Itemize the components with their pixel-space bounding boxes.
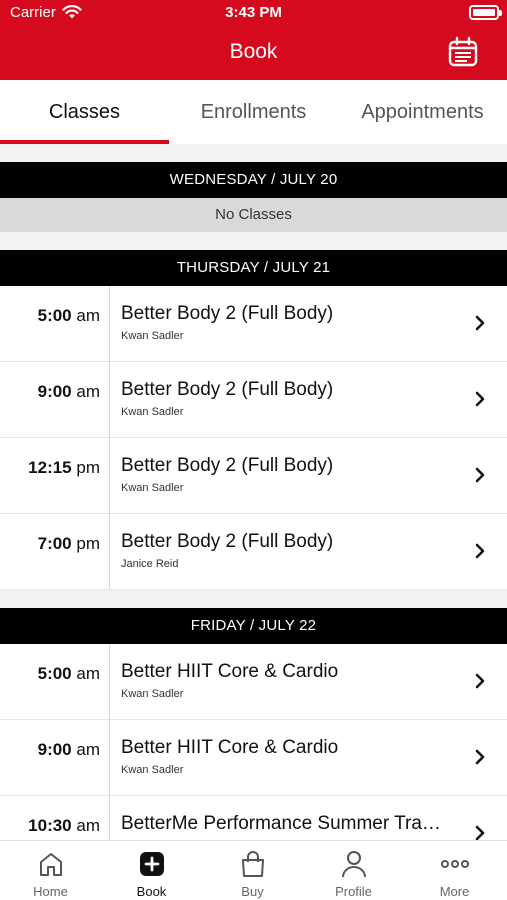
class-time: 9:00 am (0, 382, 100, 402)
status-bar: Carrier 3:43 PM (0, 0, 507, 26)
class-time: 10:30 am (0, 816, 100, 836)
home-icon (40, 853, 62, 876)
class-time-ampm: am (76, 306, 100, 325)
class-time-ampm: am (76, 816, 100, 835)
class-name: Better Body 2 (Full Body) (121, 303, 334, 324)
class-row[interactable]: 9:00 am Better HIIT Core & Cardio Kwan S… (0, 720, 507, 796)
day-section: WEDNESDAY / JULY 20 No Classes (0, 162, 507, 232)
class-row[interactable]: 9:00 am Better Body 2 (Full Body) Kwan S… (0, 362, 507, 438)
shopping-bag-icon (242, 851, 264, 877)
class-name: Better Body 2 (Full Body) (121, 379, 334, 400)
class-time: 9:00 am (0, 740, 100, 760)
class-row[interactable]: 12:15 pm Better Body 2 (Full Body) Kwan … (0, 438, 507, 514)
class-time-ampm: am (76, 382, 100, 401)
app-header: Carrier 3:43 PM Book (0, 0, 507, 80)
tabbar-label: Home (33, 884, 68, 899)
class-row[interactable]: 10:30 am BetterMe Performance Summer Tra… (0, 796, 507, 840)
chevron-right-icon (475, 543, 485, 559)
class-name: Better HIIT Core & Cardio (121, 661, 339, 682)
more-dots-icon (441, 860, 469, 868)
tabbar-label: More (439, 884, 470, 899)
plus-square-icon (140, 852, 164, 876)
class-time-value: 7:00 (37, 534, 72, 553)
class-schedule-list[interactable]: WEDNESDAY / JULY 20 No Classes THURSDAY … (0, 144, 507, 840)
class-time-value: 5:00 (37, 306, 72, 325)
row-divider (109, 362, 110, 438)
tabbar-label: Profile (335, 884, 372, 899)
day-header: FRIDAY / JULY 22 (0, 608, 507, 644)
class-instructor: Kwan Sadler (121, 764, 184, 776)
class-row[interactable]: 5:00 am Better HIIT Core & Cardio Kwan S… (0, 644, 507, 720)
chevron-right-icon (475, 467, 485, 483)
chevron-right-icon (475, 825, 485, 840)
battery-icon (469, 5, 502, 20)
class-time-value: 12:15 (28, 458, 72, 477)
row-divider (109, 720, 110, 796)
class-time: 5:00 am (0, 664, 100, 684)
tabbar-label: Buy (241, 884, 264, 899)
chevron-right-icon (475, 673, 485, 689)
row-divider (109, 514, 110, 590)
class-time-ampm: pm (76, 534, 100, 553)
status-time: 3:43 PM (225, 4, 282, 21)
calendar-icon[interactable] (447, 36, 479, 68)
chevron-right-icon (475, 315, 485, 331)
class-time: 12:15 pm (0, 458, 100, 478)
class-time-value: 5:00 (37, 664, 72, 683)
row-divider (109, 286, 110, 362)
class-time-value: 10:30 (28, 816, 72, 835)
class-instructor: Janice Reid (121, 558, 179, 570)
tab-classes[interactable]: Classes (0, 80, 169, 144)
class-time-ampm: am (76, 740, 100, 759)
tabbar-item-more[interactable]: More (404, 841, 505, 900)
row-divider (109, 644, 110, 720)
class-time: 5:00 am (0, 306, 100, 326)
person-icon (342, 851, 366, 878)
class-name: BetterMe Performance Summer Tra… (121, 813, 441, 834)
class-name: Better HIIT Core & Cardio (121, 737, 339, 758)
class-time-value: 9:00 (37, 382, 72, 401)
class-name: Better Body 2 (Full Body) (121, 531, 334, 552)
class-instructor: Kwan Sadler (121, 406, 184, 418)
class-time: 7:00 pm (0, 534, 100, 554)
class-instructor: Kwan Sadler (121, 482, 184, 494)
day-section: FRIDAY / JULY 22 5:00 am Better HIIT Cor… (0, 608, 507, 840)
tab-enrollments[interactable]: Enrollments (169, 80, 338, 144)
day-header: WEDNESDAY / JULY 20 (0, 162, 507, 198)
page-title: Book (229, 40, 278, 63)
class-time-value: 9:00 (37, 740, 72, 759)
bottom-tab-bar: Home Book Buy Profile More (0, 840, 507, 900)
class-time-ampm: am (76, 664, 100, 683)
class-instructor: Kwan Sadler (121, 688, 184, 700)
row-divider (109, 438, 110, 514)
tabbar-item-buy[interactable]: Buy (202, 841, 303, 900)
class-time-ampm: pm (76, 458, 100, 477)
tabbar-item-profile[interactable]: Profile (303, 841, 404, 900)
day-section: THURSDAY / JULY 21 5:00 am Better Body 2… (0, 250, 507, 590)
class-instructor: Kwan Sadler (121, 330, 184, 342)
chevron-right-icon (475, 749, 485, 765)
class-name: Better Body 2 (Full Body) (121, 455, 334, 476)
class-row[interactable]: 7:00 pm Better Body 2 (Full Body) Janice… (0, 514, 507, 590)
row-divider (109, 796, 110, 840)
chevron-right-icon (475, 391, 485, 407)
tab-appointments[interactable]: Appointments (338, 80, 507, 144)
no-classes-label: No Classes (0, 198, 507, 232)
segment-tabs: Classes Enrollments Appointments (0, 80, 507, 144)
tabbar-item-home[interactable]: Home (0, 841, 101, 900)
class-row[interactable]: 5:00 am Better Body 2 (Full Body) Kwan S… (0, 286, 507, 362)
tabbar-label: Book (136, 884, 167, 899)
day-header: THURSDAY / JULY 21 (0, 250, 507, 286)
tabbar-item-book[interactable]: Book (101, 841, 202, 900)
